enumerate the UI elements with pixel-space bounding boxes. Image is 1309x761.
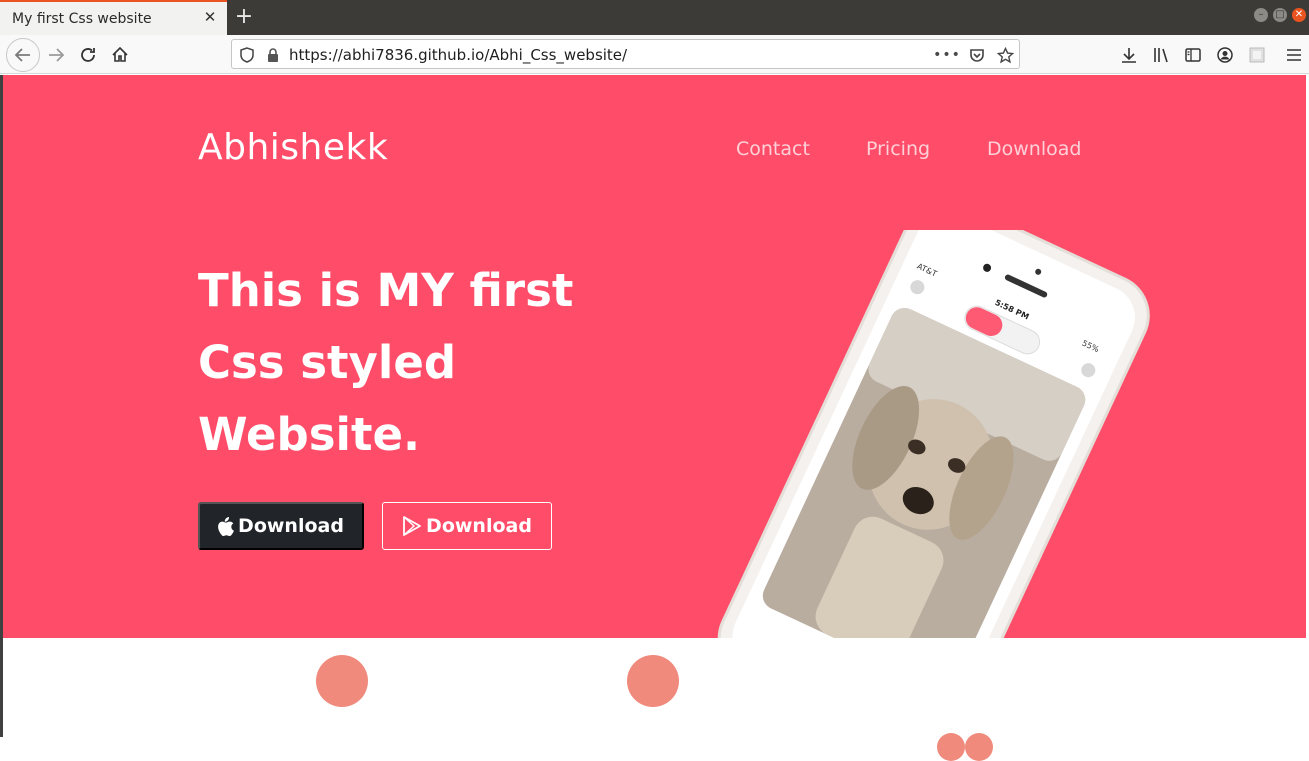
feature-icon-3a (937, 733, 965, 761)
feature-icon-1 (316, 655, 368, 707)
forward-icon (49, 48, 65, 62)
tab-close-icon[interactable]: ✕ (201, 8, 219, 26)
nav-link-contact[interactable]: Contact (736, 138, 810, 160)
extension-icon (1249, 47, 1265, 63)
home-button[interactable] (105, 40, 135, 70)
back-icon (14, 48, 30, 62)
reload-icon (81, 48, 95, 62)
new-tab-button[interactable]: + (234, 6, 254, 28)
headline-line-3: Website. (198, 408, 421, 461)
library-icon (1154, 48, 1168, 63)
menu-icon (1287, 49, 1301, 61)
hero-headline: This is MY first Css styled Website. (198, 255, 638, 471)
apple-download-button[interactable]: Download (198, 502, 364, 550)
play-download-button[interactable]: Download (382, 502, 552, 550)
shield-icon[interactable] (238, 46, 256, 64)
page-actions-icon[interactable]: ••• (933, 46, 960, 64)
site-brand[interactable]: Abhishekk (198, 127, 388, 168)
maximize-button[interactable]: □ (1273, 8, 1287, 22)
tab-active[interactable]: My first Css website ✕ (0, 0, 227, 35)
url-bar[interactable]: https://abhi7836.github.io/Abhi_Css_webs… (231, 39, 1020, 69)
hero-section: Abhishekk Contact Pricing Download This … (3, 75, 1306, 638)
nav-link-download[interactable]: Download (987, 138, 1081, 160)
headline-line-2: Css styled (198, 336, 457, 389)
navigation-toolbar: https://abhi7836.github.io/Abhi_Css_webs… (0, 35, 1309, 74)
forward-button[interactable] (41, 40, 71, 70)
home-icon (112, 46, 128, 62)
reload-button[interactable] (73, 40, 103, 70)
star-icon[interactable] (996, 46, 1014, 64)
page-viewport: Abhishekk Contact Pricing Download This … (3, 75, 1306, 737)
account-icon (1217, 47, 1233, 63)
phone-mockup: AT&T 5:58 PM 55% (717, 230, 1150, 638)
back-button[interactable] (6, 38, 40, 72)
play-store-icon (403, 516, 421, 536)
feature-icon-3b (965, 733, 993, 761)
download-icon (1122, 48, 1136, 63)
nav-link-pricing[interactable]: Pricing (866, 138, 930, 160)
menu-button[interactable] (1282, 40, 1306, 70)
pocket-icon[interactable] (968, 46, 986, 64)
extension-button[interactable] (1242, 40, 1272, 70)
feature-icon-2 (627, 655, 679, 707)
tab-title: My first Css website (12, 11, 152, 27)
url-text[interactable]: https://abhi7836.github.io/Abhi_Css_webs… (289, 46, 627, 64)
minimize-button[interactable]: – (1254, 8, 1268, 22)
account-button[interactable] (1210, 40, 1240, 70)
downloads-button[interactable] (1114, 40, 1144, 70)
library-button[interactable] (1146, 40, 1176, 70)
tab-bar: My first Css website ✕ + – □ ✕ (0, 0, 1309, 35)
headline-line-1: This is MY first (198, 264, 574, 317)
sidebar-icon (1185, 48, 1201, 62)
play-download-label: Download (426, 515, 532, 537)
lock-icon[interactable] (264, 46, 282, 64)
apple-icon (218, 516, 234, 536)
sidebar-button[interactable] (1178, 40, 1208, 70)
window-close-button[interactable]: ✕ (1292, 8, 1306, 22)
apple-download-label: Download (238, 515, 344, 537)
